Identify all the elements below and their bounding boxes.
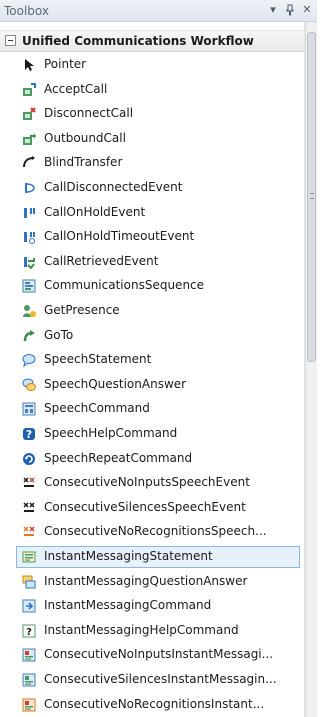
toolbox-item[interactable]: ? SpeechHelpCommand [0, 423, 300, 445]
toolbox-window: Toolbox ▾ ✕ Unified Communications Workf… [0, 0, 317, 717]
toolbox-item[interactable]: GoTo [0, 325, 300, 347]
toolbox-item-label: BlindTransfer [44, 155, 123, 170]
toolbox-item[interactable]: ConsecutiveNoInputsSpeechEvent [0, 472, 300, 494]
toolbox-item[interactable]: Pointer [0, 54, 300, 76]
toolbox-content: Unified Communications Workflow Pointer A… [0, 22, 305, 717]
toolbox-item-label: InstantMessagingQuestionAnswer [44, 573, 248, 588]
toolbox-item-label: GetPresence [44, 303, 120, 317]
toolbox-item[interactable]: ConsecutiveSilencesInstantMessagin... [0, 669, 300, 691]
toolbox-item[interactable]: SpeechRepeatCommand [0, 448, 300, 470]
toolbox-item-label: AcceptCall [44, 81, 108, 96]
toolbox-item-label: CallOnHoldEvent [44, 204, 146, 219]
toolbox-item-label: SpeechRepeatCommand [44, 450, 193, 465]
toolbox-item-label: ConsecutiveNoRecognitionsInstant... [44, 696, 265, 711]
speech-repeat-command-icon [22, 452, 36, 466]
toolbox-item-label: OutboundCall [44, 130, 126, 145]
scrollbar-thumb[interactable] [307, 32, 316, 362]
category-header[interactable]: Unified Communications Workflow [0, 30, 304, 52]
call-retrieved-event-icon [22, 255, 36, 270]
consecutive-no-recognitions-speech-icon [22, 525, 36, 539]
toolbox-item[interactable]: ConsecutiveSilencesSpeechEvent [0, 497, 300, 519]
instant-messaging-command-icon [22, 599, 36, 613]
get-presence-icon [22, 304, 36, 318]
consecutive-silences-im-icon [22, 673, 36, 687]
vertical-scrollbar[interactable] [305, 22, 317, 717]
toolbox-item[interactable]: InstantMessagingCommand [0, 595, 300, 617]
toolbox-item[interactable]: ConsecutiveNoRecognitionsInstant... [0, 694, 300, 716]
toolbox-item-label: SpeechCommand [44, 401, 150, 416]
category-label: Unified Communications Workflow [22, 34, 254, 48]
toolbox-item-label: Pointer [44, 57, 87, 71]
toolbox-item-label: InstantMessagingStatement [44, 549, 213, 563]
svg-text:?: ? [26, 627, 32, 638]
consecutive-no-inputs-speech-event-icon [22, 476, 36, 490]
scrollbar-grip [310, 193, 314, 199]
instant-messaging-statement-icon [22, 550, 36, 564]
consecutive-no-recognitions-im-icon [22, 698, 36, 712]
consecutive-no-inputs-im-icon [22, 648, 36, 662]
toolbox-item-label: SpeechQuestionAnswer [44, 376, 187, 391]
collapse-toggle-icon[interactable] [5, 35, 16, 46]
toolbox-item[interactable]: OutboundCall [0, 128, 300, 150]
pointer-arrow-icon [22, 58, 36, 72]
toolbox-item[interactable]: GetPresence [0, 300, 300, 322]
toolbox-item[interactable]: InstantMessagingStatement [16, 546, 300, 568]
outbound-call-icon [22, 132, 36, 146]
speech-question-answer-icon [22, 378, 36, 392]
toolbox-item-label: ConsecutiveSilencesInstantMessagin... [44, 672, 277, 686]
call-disconnected-event-icon [22, 181, 36, 195]
speech-help-command-icon: ? [22, 427, 36, 441]
consecutive-silences-speech-event-icon [22, 501, 36, 515]
toolbox-item[interactable]: ? InstantMessagingHelpCommand [0, 620, 300, 642]
toolbox-item[interactable]: ConsecutiveNoRecognitionsSpeech... [0, 521, 300, 543]
goto-icon [22, 329, 36, 343]
speech-statement-icon [22, 353, 36, 368]
toolbox-item[interactable]: SpeechStatement [0, 349, 300, 371]
toolbox-item[interactable]: DisconnectCall [0, 103, 300, 125]
svg-text:?: ? [26, 428, 32, 441]
toolbox-title-bar: Toolbox ▾ ✕ [0, 0, 317, 22]
toolbox-item[interactable]: SpeechQuestionAnswer [0, 374, 300, 396]
toolbox-item-label: CallRetrievedEvent [44, 253, 159, 268]
toolbox-item-label: InstantMessagingCommand [44, 598, 212, 613]
toolbox-item[interactable]: AcceptCall [0, 79, 300, 101]
instant-messaging-help-command-icon: ? [22, 624, 36, 638]
window-position-dropdown-icon[interactable]: ▾ [266, 3, 280, 17]
toolbox-item-label: ConsecutiveSilencesSpeechEvent [44, 499, 246, 514]
pin-icon[interactable] [283, 3, 297, 17]
call-on-hold-event-icon [22, 206, 36, 220]
blind-transfer-icon [22, 156, 36, 170]
toolbox-item[interactable]: ConsecutiveNoInputsInstantMessagi... [0, 644, 300, 666]
toolbox-item-label: SpeechHelpCommand [44, 426, 178, 440]
toolbox-item-label: CallOnHoldTimeoutEvent [44, 229, 195, 244]
toolbox-item[interactable]: CommunicationsSequence [0, 275, 300, 297]
toolbox-item-label: ConsecutiveNoRecognitionsSpeech... [44, 524, 267, 539]
toolbox-item-label: GoTo [44, 327, 74, 342]
instant-messaging-question-answer-icon [22, 575, 36, 589]
toolbox-item[interactable]: CallRetrievedEvent [0, 251, 300, 273]
toolbox-item[interactable]: CallOnHoldTimeoutEvent [0, 226, 300, 248]
toolbox-item-label: ConsecutiveNoInputsInstantMessagi... [44, 647, 274, 662]
toolbox-item[interactable]: CallOnHoldEvent [0, 202, 300, 224]
toolbox-item-label: InstantMessagingHelpCommand [44, 622, 239, 637]
toolbox-item-label: DisconnectCall [44, 106, 134, 121]
accept-call-icon [22, 82, 36, 97]
toolbox-item-label: CommunicationsSequence [44, 278, 205, 293]
toolbox-item-label: SpeechStatement [44, 352, 152, 367]
toolbox-item-label: CallDisconnectedEvent [44, 180, 183, 194]
close-icon[interactable]: ✕ [300, 3, 314, 17]
toolbox-item-label: ConsecutiveNoInputsSpeechEvent [44, 475, 250, 490]
toolbox-item[interactable]: InstantMessagingQuestionAnswer [0, 571, 300, 593]
speech-command-icon [22, 402, 36, 416]
toolbox-item[interactable]: CallDisconnectedEvent [0, 177, 300, 199]
toolbox-title: Toolbox [4, 4, 49, 18]
toolbox-item[interactable]: SpeechCommand [0, 398, 300, 420]
call-on-hold-timeout-event-icon [22, 230, 36, 245]
communications-sequence-icon [22, 279, 36, 293]
toolbox-item[interactable]: BlindTransfer [0, 152, 300, 174]
disconnect-call-icon [22, 107, 36, 121]
